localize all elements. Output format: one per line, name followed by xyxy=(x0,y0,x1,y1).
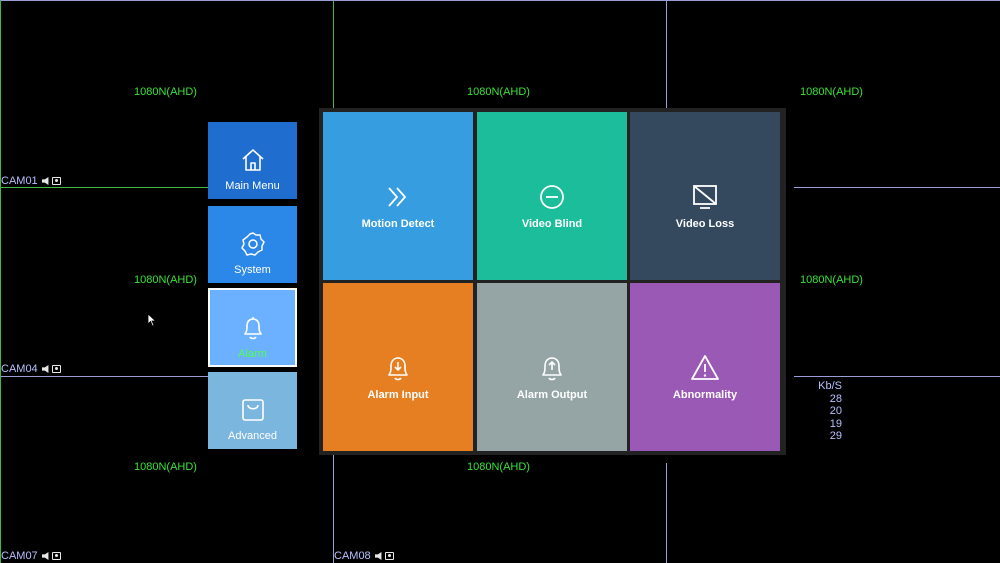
alarm-menu-panel: Motion Detect Video Blind Video Loss Ala… xyxy=(319,108,786,455)
resolution-label: 1080N(AHD) xyxy=(800,274,863,286)
sidebar-item-advanced[interactable]: Advanced xyxy=(208,372,297,449)
camera-label: CAM01 xyxy=(1,175,61,187)
grid-divider xyxy=(333,455,334,563)
blocked-screen-icon xyxy=(693,185,717,209)
grid-divider xyxy=(0,0,1000,1)
resolution-label: 1080N(AHD) xyxy=(800,86,863,98)
audio-icon xyxy=(374,552,382,560)
audio-icon xyxy=(41,177,49,185)
gear-icon xyxy=(240,232,265,256)
home-icon xyxy=(241,149,264,171)
resolution-label: 1080N(AHD) xyxy=(467,86,530,98)
bag-icon xyxy=(241,399,264,421)
resolution-label: 1080N(AHD) xyxy=(134,274,197,286)
tile-label: Abnormality xyxy=(672,389,738,401)
double-chevron-right-icon xyxy=(388,187,407,207)
tile-label: Alarm Input xyxy=(367,389,429,401)
bitrate-value: 19 xyxy=(829,417,842,430)
grid-divider xyxy=(666,463,667,563)
grid-divider xyxy=(0,0,1,563)
camera-name: CAM07 xyxy=(1,550,38,562)
camera-label: CAM04 xyxy=(1,363,61,375)
bell-down-icon xyxy=(388,357,408,381)
grid-divider xyxy=(0,187,208,188)
tile-label: Motion Detect xyxy=(361,218,435,230)
video-blind-tile[interactable]: Video Blind xyxy=(477,112,627,280)
bitrate-readout: Kb/S 28 20 19 29 xyxy=(808,380,842,443)
audio-icon xyxy=(41,365,49,373)
bell-icon xyxy=(243,317,262,340)
camera-name: CAM01 xyxy=(1,175,38,187)
grid-divider xyxy=(0,376,208,377)
sidebar-item-alarm[interactable]: Alarm xyxy=(208,288,297,367)
abnormality-tile[interactable]: Abnormality xyxy=(630,283,780,451)
sidebar-item-label: Main Menu xyxy=(225,180,280,192)
bitrate-value: 20 xyxy=(829,405,842,417)
tile-label: Video Blind xyxy=(521,218,583,230)
grid-divider xyxy=(333,0,334,108)
sidebar-item-system[interactable]: System xyxy=(208,206,297,283)
bell-up-icon xyxy=(542,357,562,381)
record-icon xyxy=(51,365,61,373)
sidebar-item-main-menu[interactable]: Main Menu xyxy=(208,122,297,199)
resolution-label: 1080N(AHD) xyxy=(134,461,197,473)
alarm-input-tile[interactable]: Alarm Input xyxy=(323,283,473,451)
audio-icon xyxy=(41,552,49,560)
record-icon xyxy=(51,552,61,560)
camera-name: CAM08 xyxy=(334,550,371,562)
bitrate-header: Kb/S xyxy=(818,380,842,392)
record-icon xyxy=(384,552,394,560)
sidebar-item-label: Advanced xyxy=(228,430,277,442)
minus-circle-icon xyxy=(540,185,564,209)
record-icon xyxy=(51,177,61,185)
sidebar-item-label: Alarm xyxy=(238,348,267,360)
alarm-output-tile[interactable]: Alarm Output xyxy=(477,283,627,451)
grid-divider xyxy=(794,376,1000,377)
grid-divider xyxy=(666,0,667,108)
mouse-cursor-icon xyxy=(147,313,157,327)
grid-divider xyxy=(794,187,1000,188)
motion-detect-tile[interactable]: Motion Detect xyxy=(323,112,473,280)
sidebar-item-label: System xyxy=(234,264,271,276)
tile-label: Alarm Output xyxy=(516,389,588,401)
camera-name: CAM04 xyxy=(1,363,38,375)
bitrate-value: 29 xyxy=(829,430,842,442)
camera-label: CAM08 xyxy=(334,550,394,562)
resolution-label: 1080N(AHD) xyxy=(134,86,197,98)
video-loss-tile[interactable]: Video Loss xyxy=(630,112,780,280)
tile-label: Video Loss xyxy=(675,218,735,230)
camera-label: CAM07 xyxy=(1,550,61,562)
bitrate-value: 28 xyxy=(829,392,842,405)
warning-icon xyxy=(691,355,719,380)
resolution-label: 1080N(AHD) xyxy=(467,461,530,473)
